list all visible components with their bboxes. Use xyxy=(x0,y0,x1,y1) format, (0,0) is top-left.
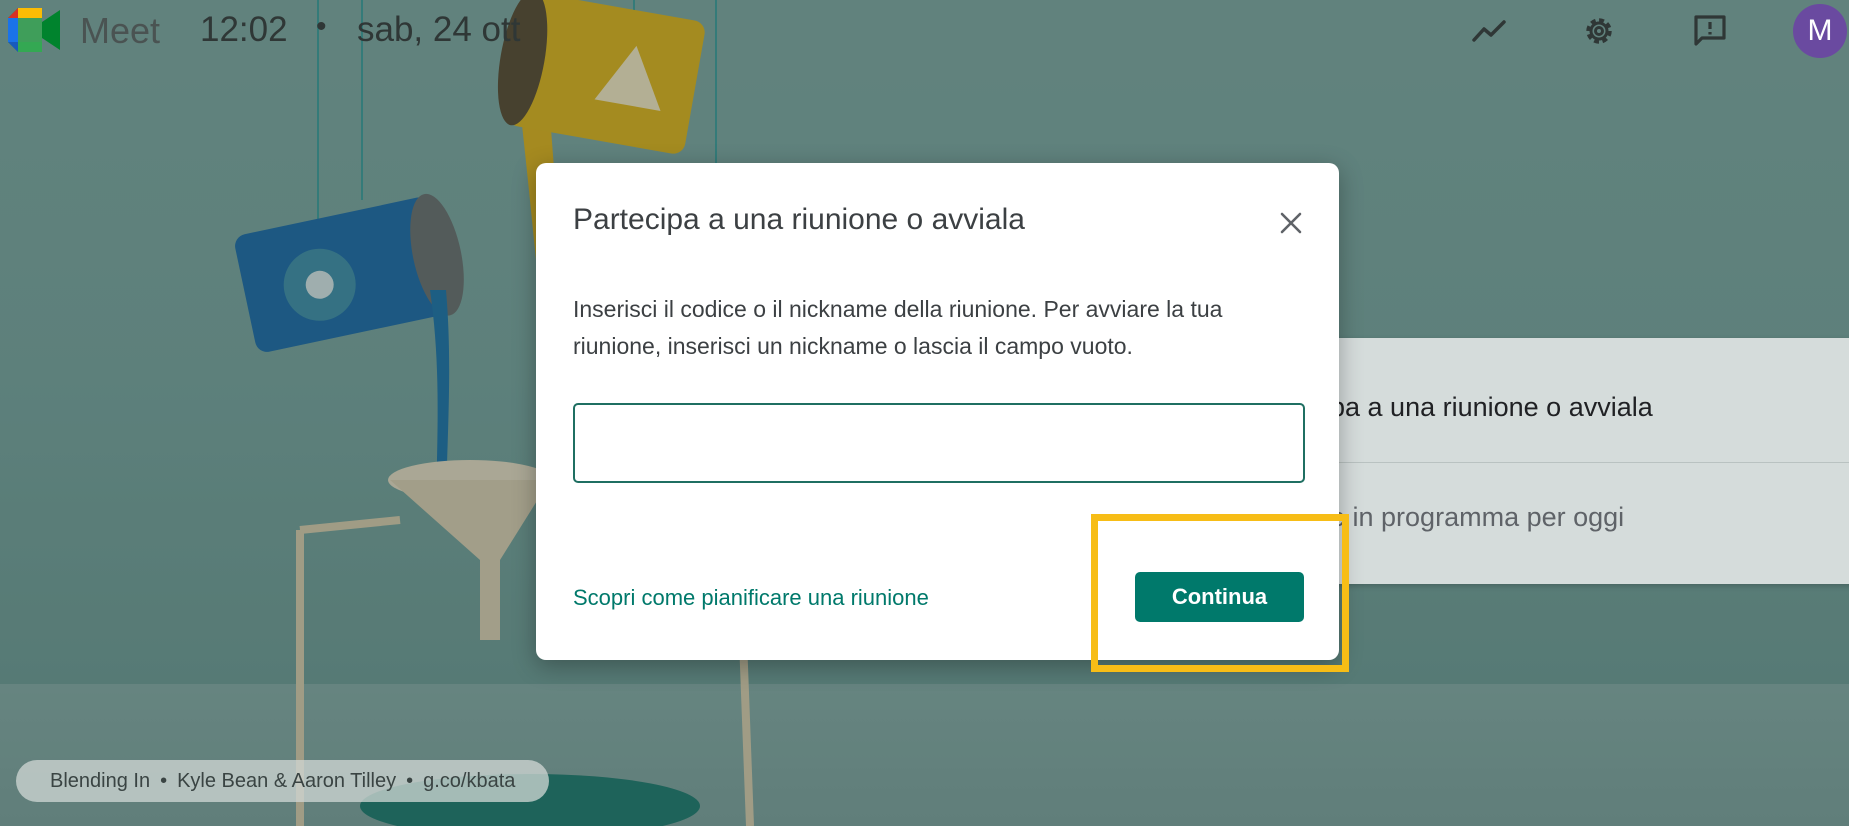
artwork-artists: Kyle Bean & Aaron Tilley xyxy=(177,769,397,792)
clock-time: 12:02 xyxy=(200,10,288,49)
attribution-link[interactable]: g.co/kbata xyxy=(423,770,515,793)
attribution-separator: • xyxy=(406,769,414,792)
gear-icon[interactable] xyxy=(1578,10,1620,52)
top-bar: Meet 12:02 • sab, 24 ott M xyxy=(0,0,1849,62)
time-date-separator: • xyxy=(316,10,327,43)
join-or-start-option[interactable]: pa a una riunione o avviala xyxy=(1330,392,1653,423)
activity-chart-icon[interactable] xyxy=(1468,10,1510,52)
dialog-title: Partecipa a una riunione o avviala xyxy=(573,203,1025,236)
account-avatar[interactable]: M xyxy=(1793,4,1847,58)
artwork-title: Blending In xyxy=(50,769,151,792)
meeting-actions-card: pa a una riunione o avviala e in program… xyxy=(1300,338,1849,584)
app-brand-name: Meet xyxy=(80,10,161,51)
feedback-icon[interactable] xyxy=(1689,10,1731,52)
scheduled-today-option[interactable]: e in programma per oggi xyxy=(1330,502,1624,533)
attribution-separator: • xyxy=(160,769,168,792)
close-button[interactable] xyxy=(1271,203,1311,243)
meet-logo-icon xyxy=(8,8,62,52)
learn-scheduling-link[interactable]: Scopri come pianificare una riunione xyxy=(573,585,929,611)
close-icon xyxy=(1280,212,1302,234)
meeting-code-input[interactable] xyxy=(573,403,1305,483)
artwork-attribution: Blending In • Kyle Bean & Aaron Tilley •… xyxy=(16,760,550,802)
current-date: sab, 24 ott xyxy=(357,10,521,49)
card-divider xyxy=(1300,462,1849,463)
dialog-description: Inserisci il codice o il nickname della … xyxy=(573,296,1223,359)
highlight-box xyxy=(1091,514,1349,672)
